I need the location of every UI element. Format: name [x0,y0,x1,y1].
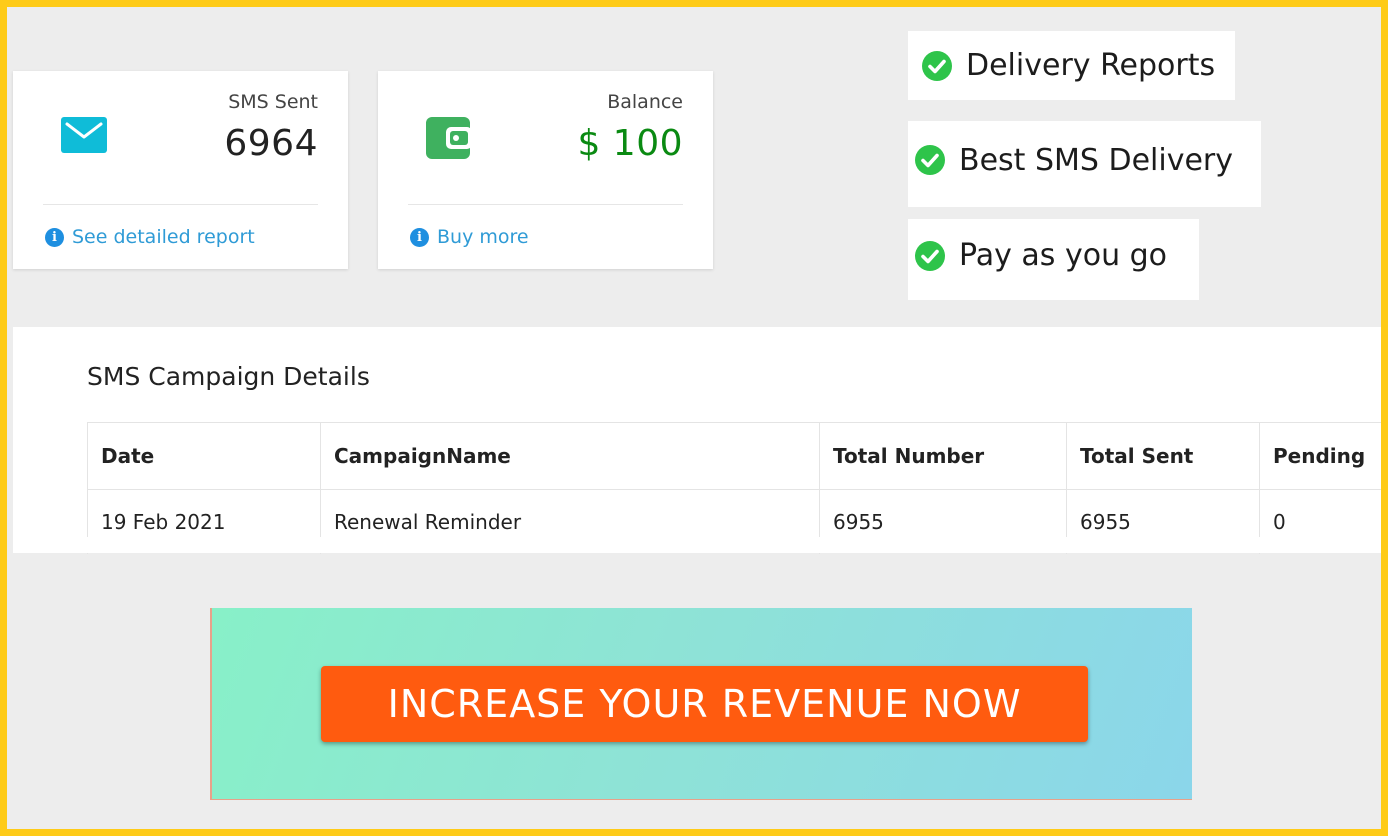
panel-title: SMS Campaign Details [87,362,370,391]
balance-card: Balance $ 100 i Buy more [378,71,713,269]
info-icon: i [410,227,429,247]
sms-sent-value: 6964 [224,123,318,164]
column-header-pending: Pending [1259,422,1381,490]
feature-label: Pay as you go [959,238,1168,273]
see-detailed-report-link[interactable]: i See detailed report [45,226,255,248]
card-divider [408,204,683,205]
column-header-total-sent: Total Sent [1066,422,1260,490]
check-circle-icon [915,145,945,175]
check-circle-icon [915,240,945,271]
feature-label: Best SMS Delivery [959,142,1233,178]
feature-best-sms-delivery: Best SMS Delivery [908,121,1261,207]
page-frame: SMS Sent 6964 i See detailed report Bala… [0,0,1388,836]
feature-label: Delivery Reports [966,48,1216,83]
column-header-total-number: Total Number [819,422,1067,490]
envelope-icon [61,117,107,157]
card-divider [43,204,318,205]
campaigns-table: Date CampaignName Total Number Total Sen… [87,422,1381,554]
see-detailed-report-label: See detailed report [72,226,255,248]
balance-value: $ 100 [577,123,683,164]
column-header-campaign-name: CampaignName [320,422,820,490]
table-header-row: Date CampaignName Total Number Total Sen… [87,422,1381,490]
feature-pay-as-you-go: Pay as you go [908,219,1199,300]
increase-revenue-button[interactable]: INCREASE YOUR REVENUE NOW [321,666,1088,742]
sms-sent-card: SMS Sent 6964 i See detailed report [13,71,348,269]
column-header-date: Date [87,422,321,490]
panel-bottom-edge [13,537,1381,553]
sms-sent-label: SMS Sent [228,91,318,113]
campaign-details-panel: SMS Campaign Details Date CampaignName T… [13,327,1381,554]
wallet-icon [426,117,472,163]
feature-delivery-reports: Delivery Reports [908,31,1235,100]
buy-more-link[interactable]: i Buy more [410,226,529,248]
balance-label: Balance [607,91,683,113]
promo-banner: INCREASE YOUR REVENUE NOW [210,608,1192,800]
info-icon: i [45,227,64,247]
check-circle-icon [922,50,952,81]
buy-more-label: Buy more [437,226,529,248]
